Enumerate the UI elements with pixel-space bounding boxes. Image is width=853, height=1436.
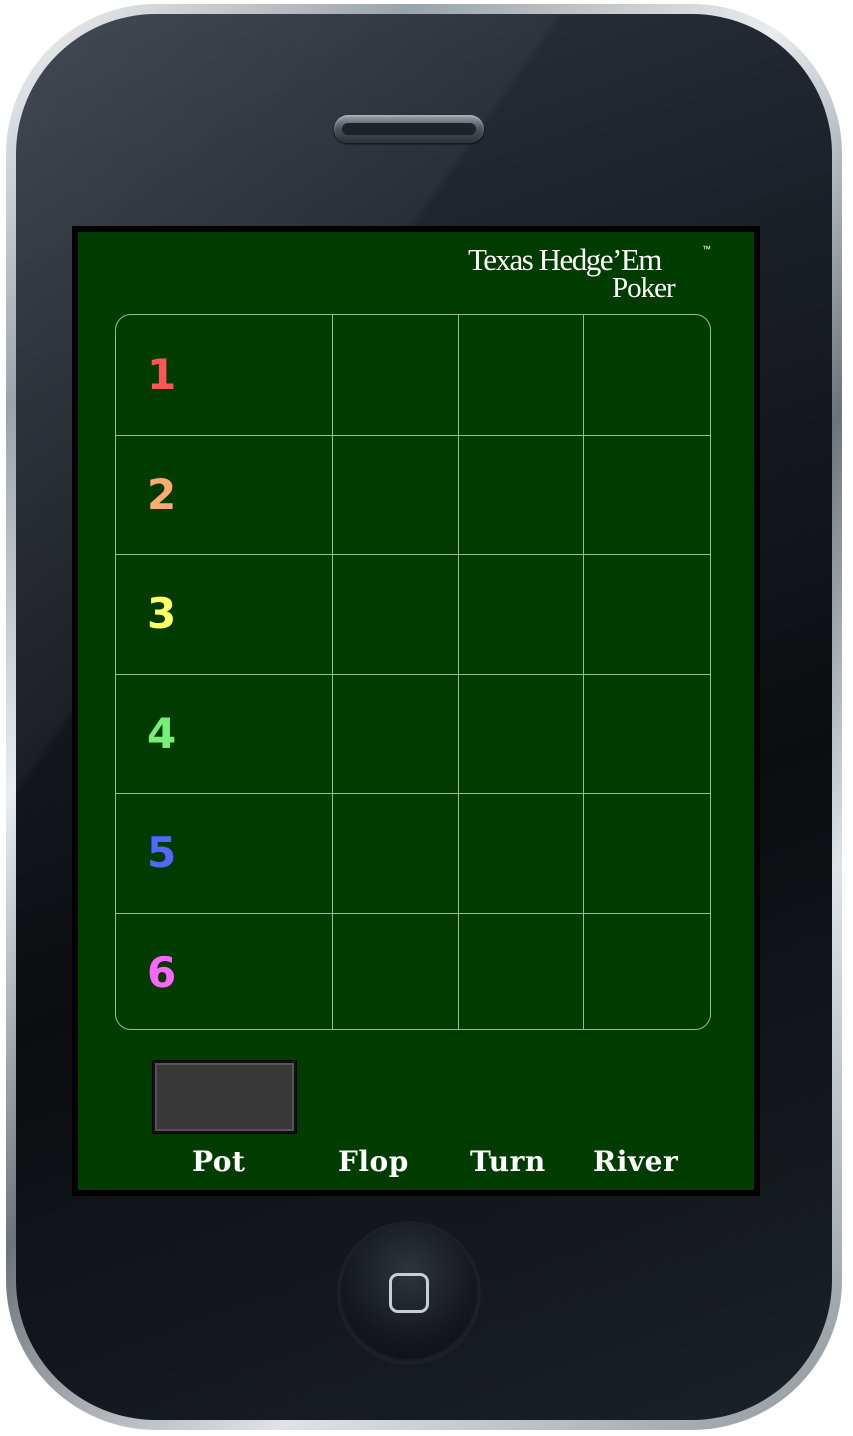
flop-cell[interactable] bbox=[332, 555, 458, 674]
hand-row-6[interactable]: 6 bbox=[116, 912, 710, 1030]
flop-label: Flop bbox=[338, 1145, 409, 1178]
hand-cell[interactable]: 5 bbox=[116, 794, 332, 913]
hand-cell[interactable]: 6 bbox=[116, 914, 332, 1030]
turn-cell[interactable] bbox=[457, 794, 584, 913]
home-button-icon[interactable] bbox=[340, 1224, 478, 1362]
flop-cell[interactable] bbox=[332, 315, 458, 435]
turn-cell[interactable] bbox=[457, 555, 584, 674]
trademark-mark: ™ bbox=[702, 244, 711, 254]
hands-grid: 1 2 3 4 5 6 bbox=[115, 314, 711, 1030]
hand-cell[interactable]: 1 bbox=[116, 315, 332, 435]
river-cell[interactable] bbox=[583, 315, 710, 435]
hand-cell[interactable]: 4 bbox=[116, 675, 332, 794]
river-label: River bbox=[593, 1145, 679, 1178]
hand-number: 4 bbox=[147, 708, 177, 758]
river-cell[interactable] bbox=[583, 674, 710, 793]
poker-table: Texas Hedge’Em ™ Poker 1 2 3 4 5 6 Pot F… bbox=[78, 232, 754, 1190]
logo-subtitle: Poker bbox=[612, 272, 676, 304]
hand-cell[interactable]: 2 bbox=[116, 436, 332, 555]
turn-cell[interactable] bbox=[457, 315, 584, 435]
hand-row-1[interactable]: 1 bbox=[116, 315, 710, 435]
flop-cell[interactable] bbox=[332, 674, 458, 793]
river-cell[interactable] bbox=[583, 913, 710, 1029]
pot-display[interactable] bbox=[153, 1061, 296, 1133]
river-cell[interactable] bbox=[583, 435, 710, 554]
flop-cell[interactable] bbox=[332, 794, 458, 913]
home-square-icon bbox=[389, 1273, 429, 1313]
pot-label: Pot bbox=[192, 1145, 246, 1178]
river-cell[interactable] bbox=[583, 555, 710, 674]
hand-number: 3 bbox=[147, 589, 177, 639]
app-logo: Texas Hedge’Em ™ Poker bbox=[468, 242, 728, 308]
hand-number: 2 bbox=[147, 469, 177, 519]
hand-row-4[interactable]: 4 bbox=[116, 673, 710, 794]
hand-number: 6 bbox=[147, 947, 177, 997]
hand-row-3[interactable]: 3 bbox=[116, 554, 710, 674]
turn-label: Turn bbox=[470, 1145, 546, 1178]
hand-cell[interactable]: 3 bbox=[116, 555, 332, 674]
screen: Texas Hedge’Em ™ Poker 1 2 3 4 5 6 Pot F… bbox=[72, 226, 760, 1196]
turn-cell[interactable] bbox=[457, 674, 584, 793]
turn-cell[interactable] bbox=[457, 435, 584, 554]
hand-number: 1 bbox=[147, 349, 177, 399]
hand-row-5[interactable]: 5 bbox=[116, 793, 710, 913]
hand-number: 5 bbox=[147, 828, 177, 878]
flop-cell[interactable] bbox=[332, 435, 458, 554]
river-cell[interactable] bbox=[583, 794, 710, 913]
flop-cell[interactable] bbox=[332, 913, 458, 1029]
hand-row-2[interactable]: 2 bbox=[116, 434, 710, 555]
speaker-grille-icon bbox=[334, 115, 484, 143]
turn-cell[interactable] bbox=[457, 913, 584, 1029]
